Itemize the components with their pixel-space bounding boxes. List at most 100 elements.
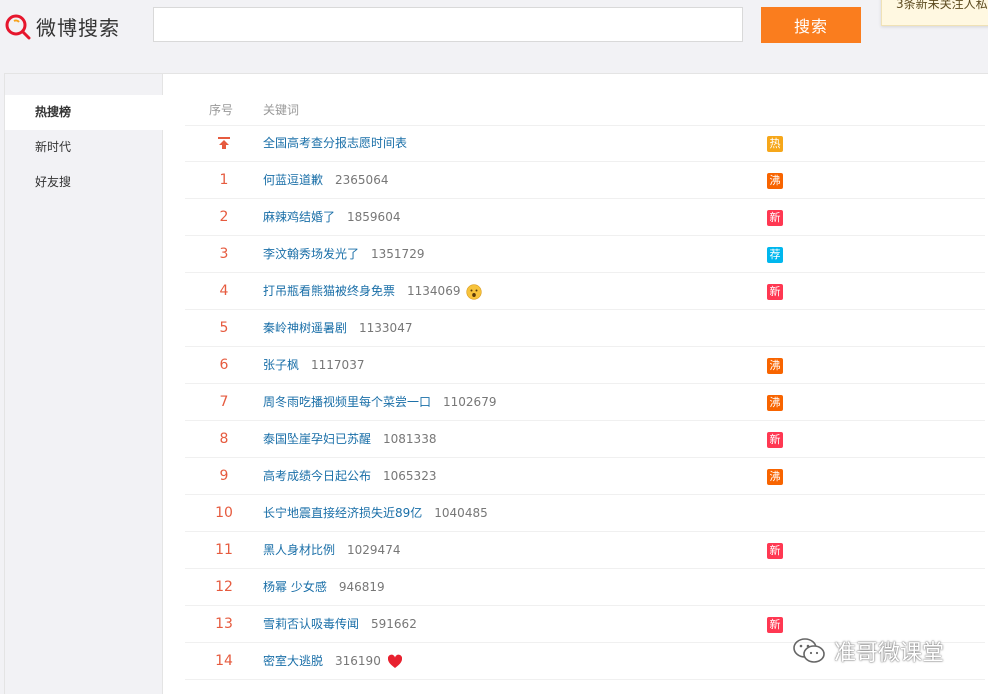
search-count: 1859604 xyxy=(347,210,401,224)
column-header-rank: 序号 xyxy=(209,103,234,117)
status-badge: 沸 xyxy=(767,469,783,485)
keyword-link[interactable]: 泰国坠崖孕妇已苏醒 1081338 xyxy=(263,421,436,458)
keyword-text: 泰国坠崖孕妇已苏醒 xyxy=(263,432,372,446)
sidebar: 热搜榜 新时代 好友搜 xyxy=(5,74,163,694)
notice-text: 3条新未关注人私 xyxy=(896,0,988,11)
logo-text: 微博搜索 xyxy=(36,15,120,40)
search-count: 1040485 xyxy=(434,506,488,520)
keyword-text: 麻辣鸡结婚了 xyxy=(263,210,336,224)
keyword-link[interactable]: 杨幂 少女感 946819 xyxy=(263,569,385,606)
table-row[interactable]: 11 黑人身材比例 1029474 新 xyxy=(185,532,985,569)
rank-number: 9 xyxy=(219,468,229,484)
search-button[interactable]: 搜索 xyxy=(761,7,861,43)
rank-number: 2 xyxy=(219,209,229,225)
header: 微博搜索 搜索 3条新未关注人私 xyxy=(0,0,988,56)
table-row[interactable]: 2 麻辣鸡结婚了 1859604 新 xyxy=(185,199,985,236)
sidebar-item-new-era[interactable]: 新时代 xyxy=(5,130,163,165)
keyword-link[interactable]: 李汶翰秀场发光了 1351729 xyxy=(263,236,424,273)
watermark: 准哥微课堂 xyxy=(792,635,944,667)
keyword-text: 全国高考查分报志愿时间表 xyxy=(263,136,408,150)
status-badge: 新 xyxy=(767,432,783,448)
search-count: 1081338 xyxy=(383,432,437,446)
keyword-link[interactable]: 长宁地震直接经济损失近89亿 1040485 xyxy=(263,495,488,532)
sidebar-item-friends-search[interactable]: 好友搜 xyxy=(5,165,163,200)
search-input[interactable] xyxy=(153,7,743,42)
rank-number: 3 xyxy=(219,246,229,262)
sidebar-item-hot-search[interactable]: 热搜榜 xyxy=(5,95,163,130)
rank-number: 12 xyxy=(215,579,233,595)
rank-number: 14 xyxy=(215,653,233,669)
keyword-text: 打吊瓶看熊猫被终身免票 xyxy=(263,284,396,298)
keyword-text: 张子枫 xyxy=(263,358,300,372)
rank-number: 6 xyxy=(219,357,229,373)
table-row[interactable]: 6 张子枫 1117037 沸 xyxy=(185,347,985,384)
sidebar-item-label: 好友搜 xyxy=(35,175,72,189)
table-body: 全国高考查分报志愿时间表 热 1 何蓝逗道歉 2365064 沸 2 麻辣鸡结婚了 185960… xyxy=(185,125,985,680)
keyword-text: 黑人身材比例 xyxy=(263,543,336,557)
table-row[interactable]: 3 李汶翰秀场发光了 1351729 荐 xyxy=(185,236,985,273)
search-logo-icon xyxy=(5,14,31,40)
keyword-text: 周冬雨吃播视频里每个菜尝一口 xyxy=(263,395,432,409)
keyword-link[interactable]: 打吊瓶看熊猫被终身免票 1134069 xyxy=(263,273,483,310)
keyword-link[interactable]: 全国高考查分报志愿时间表 xyxy=(263,125,407,162)
search-count: 2365064 xyxy=(335,173,389,187)
status-badge: 新 xyxy=(767,543,783,559)
search-count: 1134069 xyxy=(407,284,461,298)
search-count: 1351729 xyxy=(371,247,425,261)
heart-emoji xyxy=(387,654,402,668)
table-row[interactable]: 8 泰国坠崖孕妇已苏醒 1081338 新 xyxy=(185,421,985,458)
search-count: 1133047 xyxy=(359,321,413,335)
rank-number: 1 xyxy=(219,172,229,188)
search-count: 1102679 xyxy=(443,395,497,409)
status-badge: 沸 xyxy=(767,395,783,411)
keyword-link[interactable]: 周冬雨吃播视频里每个菜尝一口 1102679 xyxy=(263,384,496,421)
table-row[interactable]: 全国高考查分报志愿时间表 热 xyxy=(185,125,985,162)
status-badge: 沸 xyxy=(767,173,783,189)
keyword-link[interactable]: 张子枫 1117037 xyxy=(263,347,364,384)
search-count: 1065323 xyxy=(383,469,437,483)
status-badge: 新 xyxy=(767,284,783,300)
keyword-link[interactable]: 密室大逃脱 316190 xyxy=(263,643,403,680)
rank-number: 5 xyxy=(219,320,229,336)
rank-number: 8 xyxy=(219,431,229,447)
keyword-text: 高考成绩今日起公布 xyxy=(263,469,372,483)
table-header: 序号 关键词 xyxy=(185,92,985,126)
table-row[interactable]: 10 长宁地震直接经济损失近89亿 1040485 xyxy=(185,495,985,532)
watermark-text: 准哥微课堂 xyxy=(834,641,945,666)
table-row[interactable]: 7 周冬雨吃播视频里每个菜尝一口 1102679 沸 xyxy=(185,384,985,421)
table-row[interactable]: 12 杨幂 少女感 946819 xyxy=(185,569,985,606)
table-row[interactable]: 9 高考成绩今日起公布 1065323 沸 xyxy=(185,458,985,495)
weibo-search-logo[interactable]: 微博搜索 xyxy=(4,10,120,42)
table-row[interactable]: 4 打吊瓶看熊猫被终身免票 1134069 新 xyxy=(185,273,985,310)
table-row[interactable]: 1 何蓝逗道歉 2365064 沸 xyxy=(185,162,985,199)
keyword-link[interactable]: 麻辣鸡结婚了 1859604 xyxy=(263,199,400,236)
keyword-link[interactable]: 黑人身材比例 1029474 xyxy=(263,532,400,569)
search-count: 1117037 xyxy=(311,358,365,372)
keyword-text: 何蓝逗道歉 xyxy=(263,173,324,187)
hot-search-list: 序号 关键词 全国高考查分报志愿时间表 热 1 何蓝逗道歉 2365064 沸 2 麻辣鸡结婚… xyxy=(163,74,988,694)
keyword-link[interactable]: 高考成绩今日起公布 1065323 xyxy=(263,458,436,495)
keyword-link[interactable]: 秦岭神树遥暑剧 1133047 xyxy=(263,310,412,347)
search-count: 591662 xyxy=(371,617,417,631)
keyword-link[interactable]: 何蓝逗道歉 2365064 xyxy=(263,162,388,199)
keyword-text: 长宁地震直接经济损失近89亿 xyxy=(263,506,423,520)
search-count: 1029474 xyxy=(347,543,401,557)
keyword-text: 雪莉否认吸毒传闻 xyxy=(263,617,360,631)
keyword-link[interactable]: 雪莉否认吸毒传闻 591662 xyxy=(263,606,417,643)
search-count: 316190 xyxy=(335,654,381,668)
rank-number: 4 xyxy=(219,283,229,299)
rank-number: 11 xyxy=(215,542,233,558)
sidebar-item-label: 新时代 xyxy=(35,140,72,154)
keyword-text: 秦岭神树遥暑剧 xyxy=(263,321,348,335)
status-badge: 荐 xyxy=(767,247,783,263)
keyword-text: 李汶翰秀场发光了 xyxy=(263,247,360,261)
wechat-icon xyxy=(793,638,825,663)
shocked-emoji xyxy=(466,283,483,300)
status-badge: 沸 xyxy=(767,358,783,374)
table-row[interactable]: 5 秦岭神树遥暑剧 1133047 xyxy=(185,310,985,347)
unread-notice[interactable]: 3条新未关注人私 xyxy=(881,0,988,26)
main-panel: 热搜榜 新时代 好友搜 序号 关键词 全国高考查分报志愿时间表热 1 何蓝逗道歉 23… xyxy=(4,73,988,694)
column-header-keyword: 关键词 xyxy=(263,103,300,117)
search-count: 946819 xyxy=(338,580,385,594)
status-badge: 新 xyxy=(767,617,783,633)
